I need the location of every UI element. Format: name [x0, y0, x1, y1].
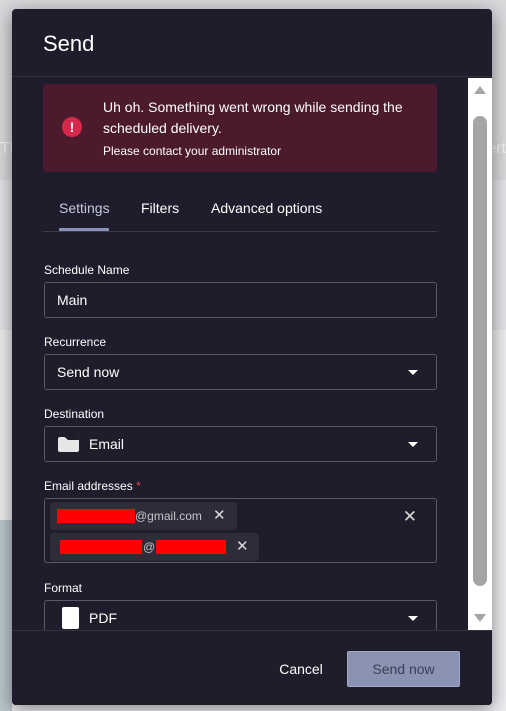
remove-chip-icon[interactable]: ✕: [236, 533, 249, 561]
scroll-up-arrow-icon[interactable]: [474, 86, 486, 94]
pdf-icon: PDF: [62, 607, 79, 629]
send-now-button[interactable]: Send now: [347, 651, 460, 687]
clear-all-icon[interactable]: ✕: [403, 507, 417, 527]
error-alert: ! Uh oh. Something went wrong while send…: [43, 84, 437, 172]
alert-title: Uh oh. Something went wrong while sendin…: [103, 99, 403, 136]
email-addresses-input[interactable]: @gmail.com ✕ @ ✕ ✕: [44, 498, 437, 563]
background-strip: [0, 520, 12, 711]
dialog-footer: Cancel Send now: [12, 630, 492, 705]
schedule-name-label: Schedule Name: [44, 263, 130, 277]
scrollbar-thumb[interactable]: [473, 116, 487, 586]
dialog-body: ! Uh oh. Something went wrong while send…: [12, 78, 468, 630]
tab-settings[interactable]: Settings: [59, 200, 110, 216]
tab-advanced-options[interactable]: Advanced options: [211, 200, 322, 216]
schedule-name-input[interactable]: Main: [44, 282, 437, 318]
chevron-down-icon: [408, 442, 418, 447]
redacted-text: [156, 540, 226, 554]
cancel-button[interactable]: Cancel: [262, 651, 340, 687]
format-label: Format: [44, 581, 83, 595]
dialog-title: Send: [43, 31, 95, 56]
chevron-down-icon: [408, 616, 418, 621]
email-chip: @ ✕: [50, 533, 259, 561]
required-marker: *: [136, 479, 141, 493]
scroll-down-arrow-icon[interactable]: [474, 614, 486, 622]
destination-value: Email: [89, 436, 125, 452]
redacted-text: [57, 509, 135, 523]
send-dialog: Send ! Uh oh. Something went wrong while…: [12, 9, 492, 705]
email-addresses-label: Email addresses *: [44, 479, 141, 493]
schedule-name-value: Main: [57, 292, 88, 308]
recurrence-value: Send now: [57, 364, 120, 380]
tab-bar: Settings Filters Advanced options: [43, 190, 437, 232]
chevron-down-icon: [408, 370, 418, 375]
alert-message: Please contact your administrator: [103, 144, 282, 158]
email-chip-text: @gmail.com: [135, 509, 202, 523]
error-icon: !: [62, 117, 82, 137]
recurrence-select[interactable]: Send now: [44, 354, 437, 390]
email-chip-text: @: [143, 540, 156, 554]
email-addresses-label-text: Email addresses: [44, 479, 133, 493]
dialog-header: Send: [12, 9, 492, 77]
redacted-text: [60, 540, 142, 554]
remove-chip-icon[interactable]: ✕: [213, 502, 226, 530]
email-chip: @gmail.com ✕: [50, 502, 237, 530]
mail-icon: [58, 437, 79, 452]
recurrence-label: Recurrence: [44, 335, 107, 349]
destination-label: Destination: [44, 407, 105, 421]
tab-filters[interactable]: Filters: [141, 200, 179, 216]
format-value: PDF: [89, 610, 117, 626]
destination-select[interactable]: Email: [44, 426, 437, 462]
active-tab-indicator: [59, 228, 109, 231]
vertical-scrollbar[interactable]: [468, 78, 492, 630]
format-select[interactable]: PDF PDF: [44, 600, 437, 630]
